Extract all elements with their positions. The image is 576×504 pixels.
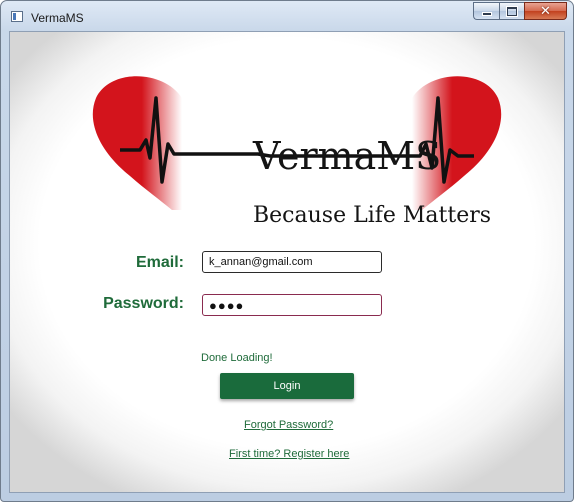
close-icon: ✕ [540, 3, 551, 19]
close-button[interactable]: ✕ [524, 2, 567, 20]
minimize-icon [482, 13, 491, 15]
maximize-icon [507, 6, 517, 16]
window-title: VermaMS [31, 11, 84, 25]
window-app-icon[interactable] [11, 11, 23, 22]
verma-logo: VermaMS Because Life Matters [90, 72, 502, 228]
email-input[interactable] [202, 251, 382, 273]
login-button[interactable]: Login [220, 373, 354, 399]
status-message: Done Loading! [201, 352, 273, 364]
email-label: Email: [135, 254, 184, 271]
login-panel: VermaMS Because Life Matters Email: Pass… [9, 31, 565, 493]
password-input[interactable] [202, 294, 382, 316]
maximize-button[interactable] [499, 2, 524, 20]
app-window: VermaMS ✕ VermaMS Because Life Matters E… [0, 0, 574, 502]
register-link[interactable]: First time? Register here [229, 448, 349, 460]
caption-buttons: ✕ [473, 2, 567, 22]
logo-title: VermaMS [253, 134, 442, 178]
minimize-button[interactable] [473, 2, 499, 20]
password-label: Password: [103, 295, 184, 312]
title-bar[interactable]: VermaMS ✕ [1, 1, 573, 31]
logo-tagline: Because Life Matters [253, 203, 492, 228]
forgot-password-link[interactable]: Forgot Password? [244, 419, 333, 431]
